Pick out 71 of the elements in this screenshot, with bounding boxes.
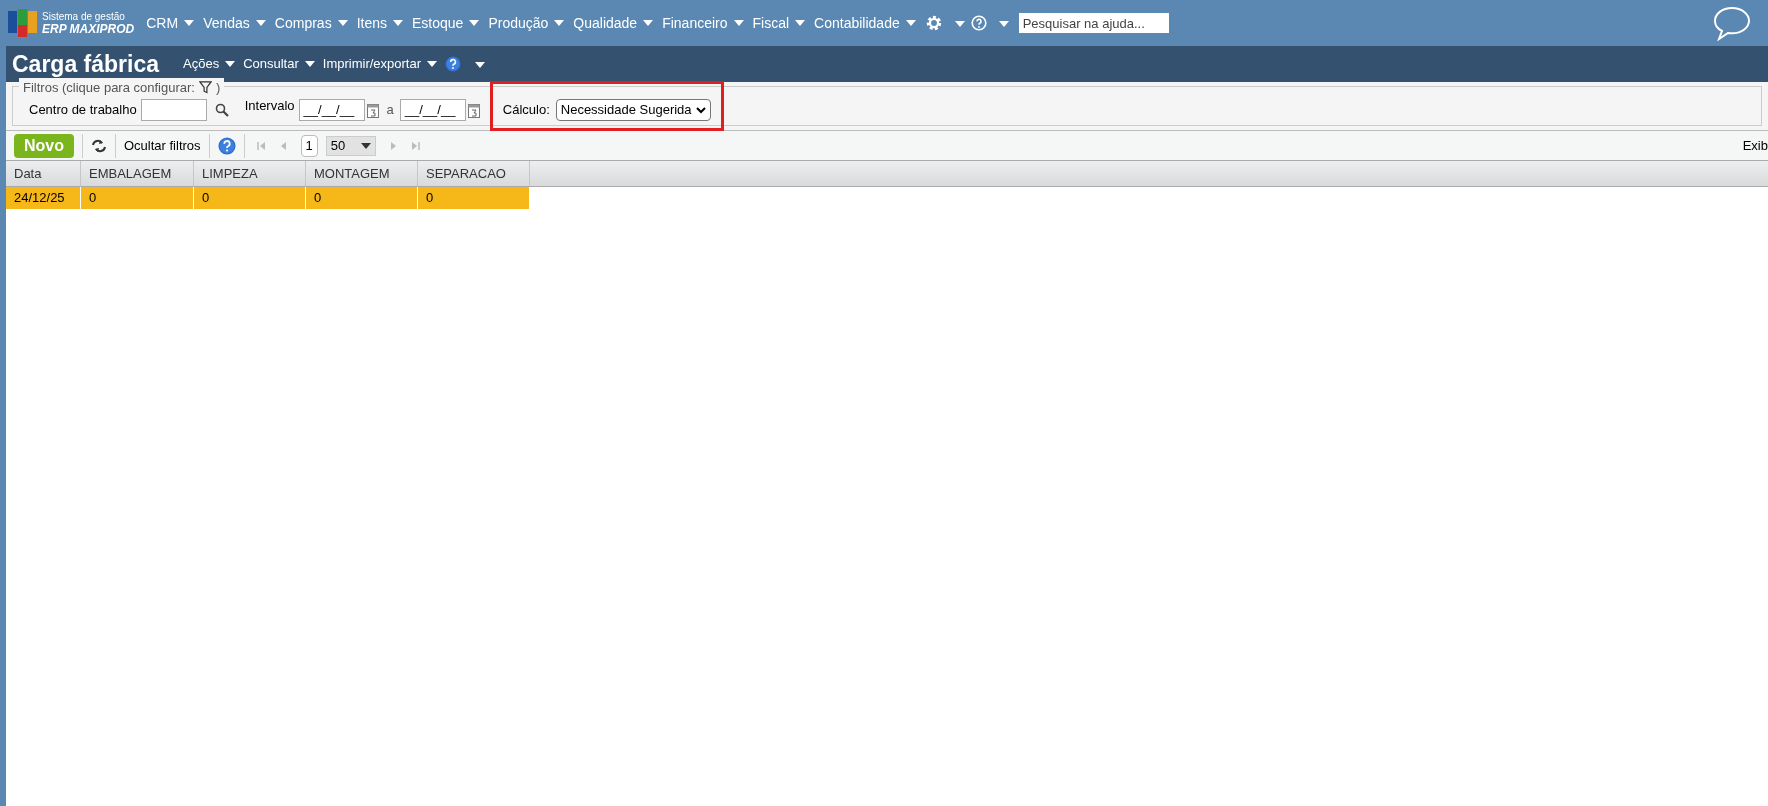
help-icon[interactable] xyxy=(217,136,236,155)
chevron-icon xyxy=(695,106,706,114)
work-center-field[interactable] xyxy=(140,99,207,121)
toolbar-label: Exib xyxy=(1742,136,1768,155)
action-menu[interactable]: Consultar xyxy=(243,54,315,74)
caret-icon xyxy=(954,20,965,27)
logo-icon xyxy=(8,9,38,37)
page-number-field[interactable]: 1 xyxy=(300,134,318,157)
table-cell: 0 xyxy=(306,187,418,209)
field-label: Centro de trabalho xyxy=(29,101,137,120)
menu-item[interactable]: CRM xyxy=(146,12,195,34)
action-menu[interactable]: Imprimir/exportar xyxy=(322,54,438,74)
field-label: Cálculo: xyxy=(502,101,550,120)
column-header[interactable]: EMBALAGEM xyxy=(81,161,194,186)
caret-icon xyxy=(184,20,195,26)
calendar-icon[interactable] xyxy=(467,102,480,118)
help-search-field[interactable]: Pesquisar na ajuda... xyxy=(1018,13,1169,33)
caret-icon xyxy=(360,142,371,149)
date-field[interactable]: __/__/__ xyxy=(298,99,365,121)
caret-icon xyxy=(475,61,486,68)
menu-item[interactable]: Contabilidade xyxy=(814,12,916,34)
menu-item[interactable]: Produção xyxy=(488,12,565,34)
menu-item[interactable]: Compras xyxy=(274,12,348,34)
table-row[interactable]: 24/12/25 0 0 0 0 xyxy=(6,187,530,209)
column-header[interactable]: MONTAGEM xyxy=(306,161,418,186)
date-field[interactable]: __/__/__ xyxy=(399,99,466,121)
field-label: a xyxy=(386,101,394,120)
search-icon[interactable] xyxy=(214,103,229,117)
caret-icon xyxy=(795,20,806,26)
caret-icon xyxy=(225,61,236,67)
column-header[interactable]: Data xyxy=(6,161,81,186)
column-header[interactable]: SEPARACAO xyxy=(418,161,530,186)
caret-icon xyxy=(304,61,315,67)
filters-legend: Filtros (clique para configurar: xyxy=(23,78,195,98)
column-header[interactable]: LIMPEZA xyxy=(194,161,306,186)
table-cell: 24/12/25 xyxy=(6,187,81,209)
menu-item[interactable]: Financeiro xyxy=(662,12,744,34)
hide-filters-button[interactable]: Ocultar filtros xyxy=(124,135,201,156)
menu-item[interactable]: Vendas xyxy=(203,12,266,34)
action-menu[interactable]: Ações xyxy=(183,54,236,74)
caret-icon xyxy=(998,20,1009,27)
help-icon[interactable] xyxy=(970,15,987,31)
calculation-select[interactable]: Necessidade Sugerida xyxy=(555,99,711,121)
table-cell: 0 xyxy=(418,187,530,209)
brand-subtitle: Sistema de gestão xyxy=(42,11,126,23)
refresh-icon[interactable] xyxy=(91,138,107,153)
chat-icon[interactable] xyxy=(1712,5,1752,41)
menu-item[interactable]: Qualidade xyxy=(573,12,654,34)
field-label: Intervalo xyxy=(244,97,295,116)
caret-icon xyxy=(469,20,480,26)
caret-icon xyxy=(905,20,916,26)
help-icon[interactable] xyxy=(445,56,462,72)
menu-item[interactable]: Itens xyxy=(356,12,403,34)
page-size-select[interactable]: 50 xyxy=(325,135,376,156)
caret-icon xyxy=(733,20,744,26)
caret-icon xyxy=(643,20,654,26)
caret-icon xyxy=(393,20,403,26)
caret-icon xyxy=(255,20,266,26)
menu-item[interactable]: Fiscal xyxy=(752,12,806,34)
settings-icon[interactable] xyxy=(924,14,943,32)
table-cell: 0 xyxy=(194,187,306,209)
brand-name: ERP MAXIPROD xyxy=(42,23,135,35)
table-cell: 0 xyxy=(81,187,194,209)
caret-icon xyxy=(427,61,438,67)
caret-icon xyxy=(554,20,565,26)
calendar-icon[interactable] xyxy=(366,102,379,118)
filters-legend: ) xyxy=(215,78,221,98)
page-title: Carga fábrica xyxy=(12,49,159,79)
caret-icon xyxy=(337,20,348,26)
menu-item[interactable]: Estoque xyxy=(412,12,480,34)
filter-icon[interactable] xyxy=(198,81,212,95)
